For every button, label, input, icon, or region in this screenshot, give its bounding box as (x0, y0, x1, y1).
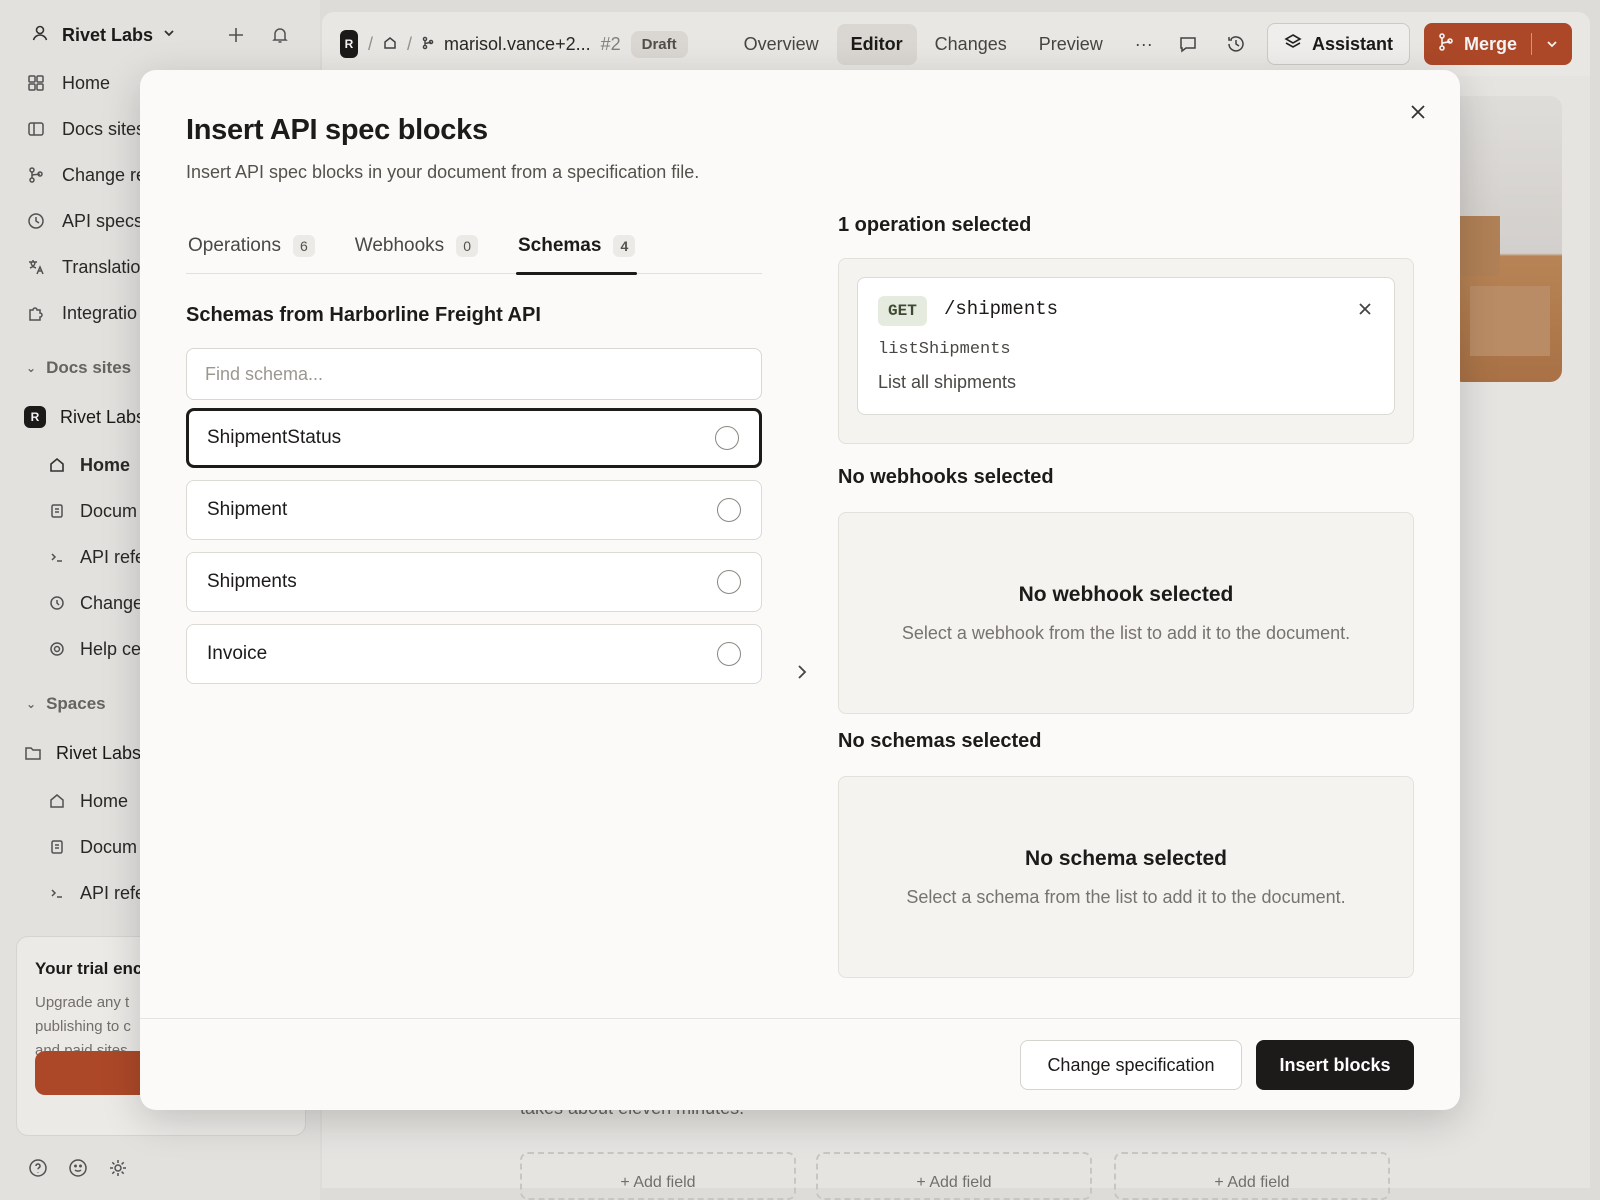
webhooks-selected-heading: No webhooks selected (838, 466, 1054, 488)
empty-state-text: Select a schema from the list to add it … (906, 887, 1346, 907)
tab-webhooks[interactable]: Webhooks 0 (353, 218, 480, 274)
close-icon[interactable] (1404, 98, 1432, 126)
tab-schemas[interactable]: Schemas 4 (515, 218, 638, 275)
schema-name: Shipments (207, 571, 297, 592)
empty-state-title: No webhook selected (1018, 583, 1234, 606)
tab-count: 4 (613, 235, 636, 257)
dialog-footer-divider (140, 1018, 1460, 1019)
schema-radio[interactable] (715, 426, 739, 450)
empty-state-title: No schema selected (1025, 847, 1227, 870)
insert-api-spec-dialog: Insert API spec blocks Insert API spec b… (140, 70, 1460, 1110)
insert-blocks-button[interactable]: Insert blocks (1256, 1040, 1414, 1090)
schema-option-shipmentstatus[interactable]: ShipmentStatus (186, 408, 762, 468)
chevron-right-icon (790, 660, 814, 684)
tab-label: Webhooks (354, 235, 445, 256)
tab-label: Operations (188, 235, 281, 256)
operation-path: /shipments (944, 298, 1059, 320)
schema-radio[interactable] (717, 642, 741, 666)
empty-state-text: Select a webhook from the list to add it… (901, 623, 1351, 643)
selected-webhooks-panel: No webhook selected Select a webhook fro… (838, 512, 1414, 714)
tab-label: Schemas (517, 235, 602, 256)
schema-name: Shipment (207, 499, 288, 520)
selected-operation-card: GET /shipments listShipments List all sh… (857, 277, 1395, 415)
tab-count: 0 (456, 235, 478, 257)
schema-option-invoice[interactable]: Invoice (186, 624, 762, 684)
http-method-badge: GET (878, 296, 927, 326)
operation-id: listShipments (878, 340, 1011, 359)
schema-radio[interactable] (717, 570, 741, 594)
schema-option-shipments[interactable]: Shipments (186, 552, 762, 612)
schema-option-shipment[interactable]: Shipment (186, 480, 762, 540)
schema-search-input[interactable] (186, 348, 762, 400)
dialog-tabs: Operations 6 Webhooks 0 Schemas 4 (186, 218, 762, 275)
tab-operations[interactable]: Operations 6 (186, 218, 317, 274)
dialog-title: Insert API spec blocks (186, 114, 488, 146)
schemas-selected-heading: No schemas selected (838, 730, 1042, 752)
tab-count: 6 (292, 235, 315, 257)
schema-name: Invoice (207, 643, 268, 664)
operations-selected-heading: 1 operation selected (838, 214, 1032, 236)
dialog-subtitle: Insert API spec blocks in your document … (186, 162, 700, 182)
remove-operation-icon[interactable] (1354, 298, 1376, 320)
operation-description: List all shipments (878, 372, 1017, 392)
schema-name: ShipmentStatus (207, 427, 342, 448)
schema-radio[interactable] (717, 498, 741, 522)
selected-operations-panel: GET /shipments listShipments List all sh… (838, 258, 1414, 444)
change-specification-button[interactable]: Change specification (1020, 1040, 1242, 1090)
selected-schemas-panel: No schema selected Select a schema from … (838, 776, 1414, 978)
schema-list-title: Schemas from Harborline Freight API (186, 304, 541, 326)
